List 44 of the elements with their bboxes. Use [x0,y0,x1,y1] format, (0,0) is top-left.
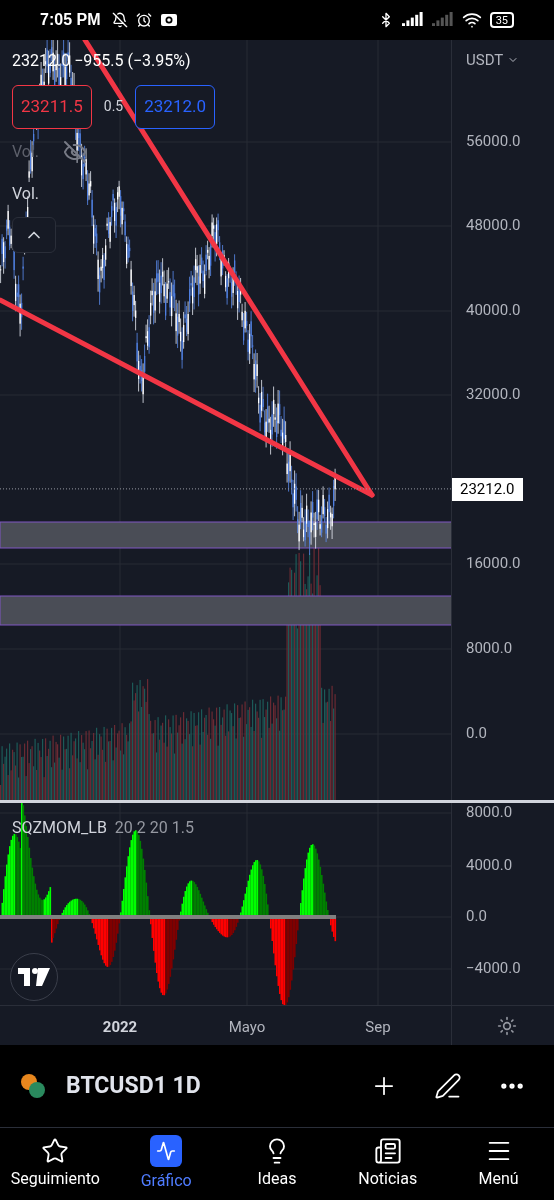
star-icon [41,1137,70,1165]
time-axis-label: Mayo [228,1017,266,1038]
nav-tab[interactable]: Gráfico [114,1135,219,1193]
time-axis-label: Sep [365,1017,391,1038]
time-axis-label: 2022 [102,1017,138,1038]
oscillator-axis-label: 4000.0 [466,858,513,873]
nav-tab[interactable]: Noticias [335,1137,440,1191]
indicator-params: 20 2 20 1.5 [114,817,194,839]
eye-off-icon[interactable] [63,139,88,164]
oscillator-axis-label: −4000.0 [466,961,521,976]
price-axis-label: 8000.0 [466,641,513,656]
legend-label[interactable]: Vol. [12,181,40,206]
nav-tab[interactable]: Seguimiento [3,1137,108,1191]
record-icon [160,13,179,27]
price-axis-label: 16000.0 [466,556,521,571]
buy-price-button[interactable]: 23212.0 [135,85,216,129]
price-axis-label: 40000.0 [466,303,521,318]
price-axis-label: 32000.0 [466,387,521,402]
oscillator-axis-label: 8000.0 [466,805,513,820]
price-axis-label: 0.0 [466,726,487,741]
wifi-icon [461,10,482,30]
signal-icon [401,12,424,28]
currency-selector[interactable]: USDT [466,49,520,72]
sell-price-button[interactable]: 23211.5 [12,85,92,129]
alarm-clock-icon [136,12,153,28]
symbol-title[interactable]: BTCUSD1 1D [66,1068,201,1104]
coin-pair-icon [20,1073,46,1099]
pen-icon[interactable] [434,1072,462,1100]
price-axis-label: 48000.0 [466,218,521,233]
logo-icon [18,968,50,986]
signal-icon [431,12,454,28]
spread-value: 0.5 [103,97,124,117]
price-axis-label: 56000.0 [466,134,521,149]
sun-icon[interactable] [497,1015,517,1036]
chart-icon [150,1135,183,1167]
nav-tab[interactable]: Ideas [225,1137,329,1191]
status-time: 7:05 PM [40,10,101,30]
nav-tab[interactable]: Menú [446,1137,551,1191]
last-price-label: 23212.0 [452,477,523,501]
battery-percentage: 35 [495,14,508,26]
logo-button[interactable] [10,953,58,1001]
news-icon [373,1137,402,1165]
bell-off-icon [112,12,129,28]
oscillator-axis-label: 0.0 [466,909,487,924]
